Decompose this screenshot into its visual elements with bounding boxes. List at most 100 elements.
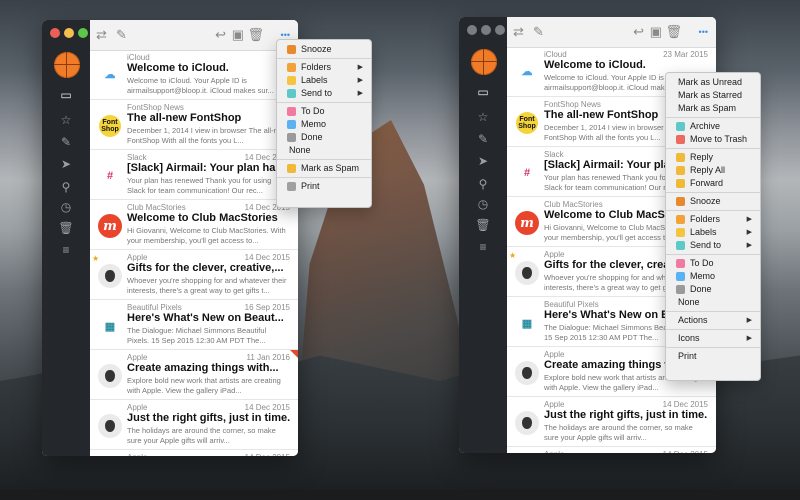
pencil-icon[interactable]: ✎ xyxy=(475,132,491,146)
minimize-button[interactable] xyxy=(64,28,74,38)
fontshop-icon: Font Shop xyxy=(98,114,122,138)
star-icon[interactable]: ☆ xyxy=(58,113,74,127)
trash-icon[interactable]: 🗑 xyxy=(58,221,74,235)
email-sender: Slack xyxy=(544,150,564,159)
trash-icon[interactable]: 🗑 xyxy=(665,24,682,40)
send-icon[interactable]: ➤ xyxy=(58,157,74,171)
email-row[interactable]: Apple 11 Jan 2016 Create amazing things wi… xyxy=(90,350,298,400)
menu-item-memo[interactable]: Memo xyxy=(666,270,760,283)
todo-icon xyxy=(676,259,685,268)
menu-item-print[interactable]: Print xyxy=(666,350,760,363)
send-icon[interactable]: ➤ xyxy=(475,154,491,168)
menu-item-label: Reply All xyxy=(690,165,726,175)
menu-item-to-do[interactable]: To Do xyxy=(277,105,371,118)
close-button[interactable] xyxy=(50,28,60,38)
more-icon[interactable]: ••• xyxy=(699,24,708,40)
menu-item-done[interactable]: Done xyxy=(277,131,371,144)
inbox-icon[interactable]: ▭ xyxy=(58,88,74,102)
menu-item-print[interactable]: Print xyxy=(277,180,371,193)
email-row[interactable]: Apple 14 Dec 2015 Just the right gifts, ju… xyxy=(90,400,298,450)
email-row[interactable]: Apple 14 Dec 2015 xyxy=(90,450,298,456)
menu-item-labels[interactable]: Labels ▶ xyxy=(277,74,371,87)
submenu-arrow-icon: ▶ xyxy=(746,317,752,324)
close-button[interactable] xyxy=(467,25,477,35)
menu-item-forward[interactable]: Forward xyxy=(666,177,760,190)
search-icon[interactable]: ⚲ xyxy=(475,177,491,191)
menu-item-to-do[interactable]: To Do xyxy=(666,257,760,270)
email-date: 14 Dec 2015 xyxy=(662,400,708,409)
pencil-icon[interactable]: ✎ xyxy=(58,135,74,149)
compose-icon[interactable]: ✎ xyxy=(116,27,127,43)
email-row[interactable]: Apple 14 Dec 2015 xyxy=(507,447,716,453)
menu-item-labels[interactable]: Labels ▶ xyxy=(666,226,760,239)
menu-item-label: Folders xyxy=(301,62,332,72)
account-avatar[interactable] xyxy=(54,52,80,78)
star-icon[interactable]: ★ xyxy=(92,254,99,263)
menu-item-none[interactable]: None xyxy=(277,144,371,157)
email-preview: Hi Giovanni, Welcome to Club MacStories.… xyxy=(127,226,286,245)
trash-icon[interactable]: 🗑 xyxy=(475,218,491,232)
menu-separator xyxy=(277,159,371,160)
menu-item-folders[interactable]: Folders ▶ xyxy=(277,61,371,74)
account-avatar[interactable] xyxy=(471,49,497,75)
email-row[interactable]: ☁ iCloud Welcome to iCloud. Welcome to iClo… xyxy=(90,50,298,100)
menu-item-move-to-trash[interactable]: Move to Trash xyxy=(666,133,760,146)
menu-item-label: Mark as Spam xyxy=(678,103,737,113)
alarm-icon[interactable]: ◷ xyxy=(475,197,491,211)
menu-item-send-to[interactable]: Send to ▶ xyxy=(666,239,760,252)
email-sender: Apple xyxy=(127,253,148,262)
email-preview: Explore bold new work that artists are c… xyxy=(127,376,281,395)
snooze-icon xyxy=(287,45,296,54)
trash-icon[interactable]: 🗑 xyxy=(247,27,264,43)
menu-item-reply[interactable]: Reply xyxy=(666,151,760,164)
menu-item-actions[interactable]: Actions ▶ xyxy=(666,314,760,327)
menu-item-mark-as-spam[interactable]: Mark as Spam xyxy=(666,102,760,115)
menu-item-snooze[interactable]: Snooze xyxy=(277,43,371,56)
star-icon[interactable]: ★ xyxy=(509,251,516,260)
archive-icon[interactable]: ▣ xyxy=(650,24,662,40)
star-icon[interactable]: ☆ xyxy=(475,110,491,124)
archive-icon[interactable]: ▣ xyxy=(232,27,244,43)
apple-logo xyxy=(105,270,115,282)
email-date: 14 Dec 2015 xyxy=(245,453,290,456)
menu-item-none[interactable]: None xyxy=(666,296,760,309)
reply-icon[interactable]: ↩ xyxy=(633,24,644,40)
reply-icon[interactable]: ↩ xyxy=(215,27,226,43)
menu-item-done[interactable]: Done xyxy=(666,283,760,296)
menu-icon[interactable]: ≡ xyxy=(58,243,74,257)
menu-icon[interactable]: ≡ xyxy=(475,240,491,254)
sidebar: ▭ ☆ ✎ ➤ ⚲ ◷ 🗑 ≡ xyxy=(42,20,90,456)
menu-item-memo[interactable]: Memo xyxy=(277,118,371,131)
email-row[interactable]: Font Shop FontShop News The all-new FontSh… xyxy=(90,100,298,150)
menu-item-label: Mark as Starred xyxy=(678,90,743,100)
menu-separator xyxy=(666,347,760,348)
cloud-icon: ☁ xyxy=(515,59,539,83)
menu-item-icons[interactable]: Icons ▶ xyxy=(666,332,760,345)
zoom-button[interactable] xyxy=(495,25,505,35)
zoom-button[interactable] xyxy=(78,28,88,38)
email-row[interactable]: ★ Apple 14 Dec 2015 Gifts for the clever, c… xyxy=(90,250,298,300)
menu-item-mark-as-starred[interactable]: Mark as Starred xyxy=(666,89,760,102)
menu-item-send-to[interactable]: Send to ▶ xyxy=(277,87,371,100)
apple-logo xyxy=(105,420,115,432)
email-row[interactable]: ▦ Beautiful Pixels 16 Sep 2015 Here's What'… xyxy=(90,300,298,350)
todo-icon xyxy=(287,107,296,116)
email-row[interactable]: m Club MacStories 14 Dec 2015 Welcome to Cl… xyxy=(90,200,298,250)
minimize-button[interactable] xyxy=(481,25,491,35)
refresh-icon[interactable]: ⇄ xyxy=(96,27,107,43)
email-row[interactable]: Apple 14 Dec 2015 Just the right gifts, ju… xyxy=(507,397,716,447)
email-preview: December 1, 2014 I view in browser The a… xyxy=(127,126,288,145)
menu-item-mark-as-unread[interactable]: Mark as Unread xyxy=(666,76,760,89)
menu-item-snooze[interactable]: Snooze xyxy=(666,195,760,208)
alarm-icon[interactable]: ◷ xyxy=(58,200,74,214)
menu-item-reply-all[interactable]: Reply All xyxy=(666,164,760,177)
menu-item-folders[interactable]: Folders ▶ xyxy=(666,213,760,226)
refresh-icon[interactable]: ⇄ xyxy=(513,24,524,40)
menu-item-mark-as-spam[interactable]: Mark as Spam xyxy=(277,162,371,175)
inbox-icon[interactable]: ▭ xyxy=(475,85,491,99)
email-row[interactable]: # Slack 14 Dec 2015 [Slack] Airmail: Your p… xyxy=(90,150,298,200)
menu-item-archive[interactable]: Archive xyxy=(666,120,760,133)
search-icon[interactable]: ⚲ xyxy=(58,180,74,194)
compose-icon[interactable]: ✎ xyxy=(533,24,544,40)
submenu-arrow-icon: ▶ xyxy=(746,229,752,236)
